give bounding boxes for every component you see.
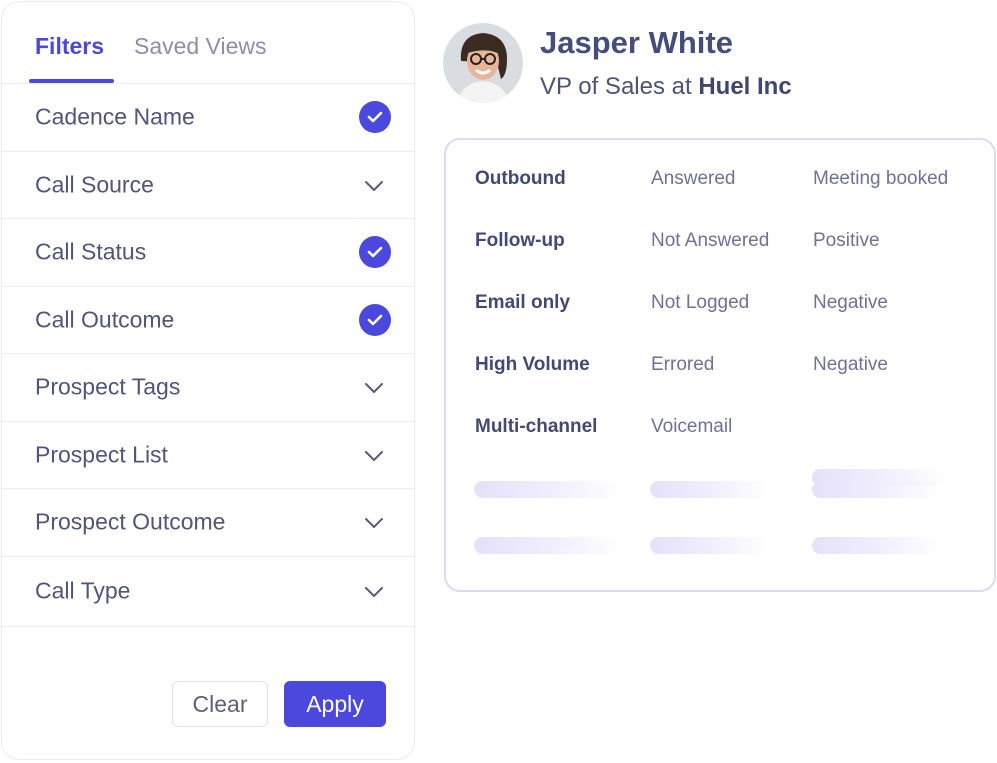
- chevron-down-icon[interactable]: [364, 179, 384, 191]
- call-summary-card: Outbound Answered Meeting booked Follow-up N…: [444, 138, 996, 592]
- cadence-type: Outbound: [475, 168, 566, 189]
- chevron-down-icon[interactable]: [364, 381, 384, 394]
- skeleton-placeholder: [812, 481, 940, 498]
- call-outcome: Negative: [813, 354, 888, 375]
- filter-item-label: Cadence Name: [35, 103, 195, 130]
- skeleton-placeholder: [812, 537, 940, 554]
- call-status: Not Answered: [651, 230, 770, 251]
- call-status: Voicemail: [651, 416, 733, 437]
- call-outcome: Positive: [813, 230, 880, 251]
- tab-saved-views[interactable]: Saved Views: [134, 33, 267, 60]
- avatar: [443, 23, 523, 103]
- active-tab-indicator: [29, 79, 114, 83]
- filter-item-label: Call Type: [35, 577, 131, 604]
- filter-item-label: Prospect Outcome: [35, 508, 226, 535]
- filter-list: Cadence Name Call Source Call Status Call O…: [2, 84, 414, 627]
- call-status: Errored: [651, 354, 715, 375]
- chevron-down-icon[interactable]: [364, 516, 384, 529]
- clear-button[interactable]: Clear: [172, 681, 268, 727]
- filter-item[interactable]: Prospect Outcome: [2, 489, 414, 557]
- filters-panel: Filters Saved Views Cadence Name Call Sou…: [1, 1, 415, 760]
- skeleton-placeholder: [474, 537, 622, 554]
- apply-button[interactable]: Apply: [284, 681, 386, 727]
- contact-role: VP of Sales at Huel Inc: [540, 73, 792, 101]
- check-circle-icon[interactable]: [359, 303, 391, 336]
- cadence-type: Follow-up: [475, 230, 565, 251]
- cadence-type: High Volume: [475, 354, 590, 375]
- filter-item-label: Prospect Tags: [35, 373, 181, 400]
- chevron-down-icon[interactable]: [364, 585, 384, 597]
- filter-item[interactable]: Prospect List: [2, 422, 414, 489]
- tab-bar: Filters Saved Views: [2, 2, 414, 84]
- skeleton-placeholder: [650, 537, 768, 554]
- filter-item[interactable]: Call Status: [2, 219, 414, 287]
- company-name: Huel Inc: [698, 73, 792, 100]
- check-circle-icon[interactable]: [359, 101, 391, 134]
- skeleton-placeholder: [474, 481, 622, 498]
- filter-item[interactable]: Prospect Tags: [2, 354, 414, 422]
- call-status: Answered: [651, 168, 736, 189]
- filter-actions: Clear Apply: [2, 641, 414, 759]
- call-outcome: Negative: [813, 292, 888, 313]
- role-title: VP of Sales at: [540, 73, 699, 100]
- contact-name: Jasper White: [540, 25, 733, 60]
- filter-item[interactable]: Call Outcome: [2, 287, 414, 354]
- skeleton-placeholder: [650, 481, 768, 498]
- filter-item[interactable]: Call Source: [2, 152, 414, 219]
- tab-filters[interactable]: Filters: [35, 33, 104, 60]
- call-status: Not Logged: [651, 292, 750, 313]
- filter-item-label: Call Status: [35, 238, 147, 265]
- cadence-type: Multi-channel: [475, 416, 598, 437]
- check-circle-icon[interactable]: [359, 236, 391, 269]
- filter-item-label: Prospect List: [35, 441, 168, 468]
- filter-item[interactable]: Call Type: [2, 557, 414, 627]
- cadence-type: Email only: [475, 292, 571, 313]
- call-outcome: Meeting booked: [813, 168, 949, 189]
- filter-item-label: Call Outcome: [35, 306, 175, 333]
- filter-item[interactable]: Cadence Name: [2, 84, 414, 152]
- filter-item-label: Call Source: [35, 171, 154, 198]
- chevron-down-icon[interactable]: [364, 449, 384, 461]
